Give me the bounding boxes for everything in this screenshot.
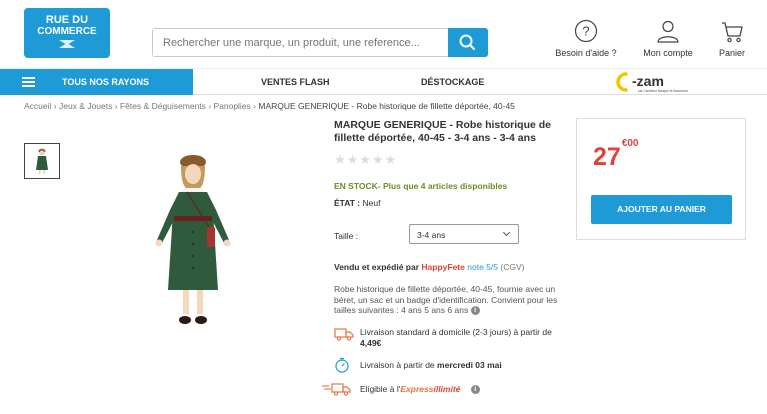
nav-destockage[interactable]: DÉSTOCKAGE [421, 77, 484, 87]
chevron-down-icon [502, 228, 511, 237]
size-label: Taille : [334, 231, 359, 241]
breadcrumb-link[interactable]: Jeux & Jouets [59, 101, 112, 111]
help-link[interactable]: ? Besoin d'aide ? [551, 19, 621, 58]
product-title: MARQUE GENERIQUE - Robe historique de fi… [334, 119, 552, 144]
account-label: Mon compte [643, 48, 693, 58]
info-icon[interactable]: i [470, 306, 480, 316]
price-cents: €00 [621, 137, 639, 149]
delivery-date-prefix: Livraison à partir de [360, 360, 435, 370]
info-icon[interactable]: i [470, 385, 480, 395]
carrefour-logo-icon [59, 40, 75, 48]
site-logo[interactable]: RUE DU COMMERCE [24, 8, 110, 58]
logo-line-2: COMMERCE [37, 26, 97, 37]
main-nav: TOUS NOS RAYONS VENTES FLASH DÉSTOCKAGE … [0, 68, 767, 95]
product-image[interactable] [143, 152, 243, 330]
czam-promo-logo[interactable]: -zam par Carrefour Banque et Assurance [616, 70, 696, 94]
delivery-standard-text: Livraison standard à domicile (2-3 jours… [360, 327, 552, 337]
price: 27€00 [593, 138, 639, 172]
search-button[interactable] [448, 28, 488, 57]
condition-value: Neuf [362, 198, 381, 208]
site-header: RUE DU COMMERCE ? Besoin d'aide ? Mon co… [0, 0, 767, 68]
express-brand: Express [400, 384, 434, 394]
size-select[interactable]: 3-4 ans [409, 224, 519, 244]
user-icon [657, 20, 679, 43]
product-info: MARQUE GENERIQUE - Robe historique de fi… [334, 119, 564, 208]
condition-label: ÉTAT : [334, 198, 361, 208]
express-truck-icon [322, 383, 351, 396]
logo-line-1: RUE DU [45, 14, 89, 26]
svg-text:-zam: -zam [632, 73, 664, 89]
cart-label: Panier [718, 48, 745, 58]
breadcrumb-current: MARQUE GENERIQUE - Robe historique de fi… [258, 101, 515, 111]
stopwatch-icon [335, 357, 349, 373]
search-input[interactable] [153, 29, 448, 56]
breadcrumb-link[interactable]: Accueil [24, 101, 51, 111]
seller-rating-link[interactable]: note 5/5 [467, 262, 498, 272]
seller-link[interactable]: HappyFete [421, 262, 464, 272]
add-to-cart-button[interactable]: AJOUTER AU PANIER [591, 195, 732, 224]
cgv-link[interactable]: (CGV) [500, 262, 524, 272]
product-thumbnail[interactable] [24, 143, 60, 179]
stock-status: EN STOCK- Plus que 4 articles disponible… [334, 181, 508, 191]
svg-text:par Carrefour Banque et Assura: par Carrefour Banque et Assurance [638, 89, 688, 93]
seller-info: Vendu et expédié par HappyFete note 5/5 … [334, 262, 524, 272]
description-text: Robe historique de fillette déportée, 40… [334, 284, 558, 315]
cart-link[interactable]: Panier [713, 19, 751, 58]
delivery-date-value: mercredi 03 mai [437, 360, 502, 370]
express-prefix: Eligible à l' [360, 384, 401, 394]
all-departments-label: TOUS NOS RAYONS [62, 77, 150, 87]
account-link[interactable]: Mon compte [636, 19, 700, 58]
all-departments-button[interactable]: TOUS NOS RAYONS [0, 69, 193, 95]
sold-by-label: Vendu et expédié par [334, 262, 420, 272]
search-icon [459, 34, 476, 51]
truck-icon [334, 328, 354, 341]
help-label: Besoin d'aide ? [555, 48, 617, 58]
search-bar [152, 28, 488, 57]
product-description: Robe historique de fillette déportée, 40… [334, 284, 566, 316]
nav-ventes-flash[interactable]: VENTES FLASH [261, 77, 330, 87]
cart-icon [722, 22, 743, 43]
menu-icon [22, 77, 35, 87]
breadcrumb-link[interactable]: Fêtes & Déguisements [120, 101, 206, 111]
rating-stars-icon[interactable]: ★★★★★ [334, 152, 564, 168]
condition: ÉTAT : Neuf [334, 198, 564, 208]
svg-text:?: ? [582, 24, 589, 39]
price-box: 27€00 AJOUTER AU PANIER [576, 118, 746, 240]
delivery-standard-price: 4,49€ [360, 337, 382, 348]
size-select-value: 3-4 ans [417, 230, 446, 240]
price-main: 27 [593, 143, 621, 171]
breadcrumb: Accueil › Jeux & Jouets › Fêtes & Déguis… [24, 101, 515, 111]
breadcrumb-link[interactable]: Panoplies [213, 101, 250, 111]
express-brand-suffix: illimité [433, 384, 461, 394]
help-icon: ? [574, 19, 598, 43]
